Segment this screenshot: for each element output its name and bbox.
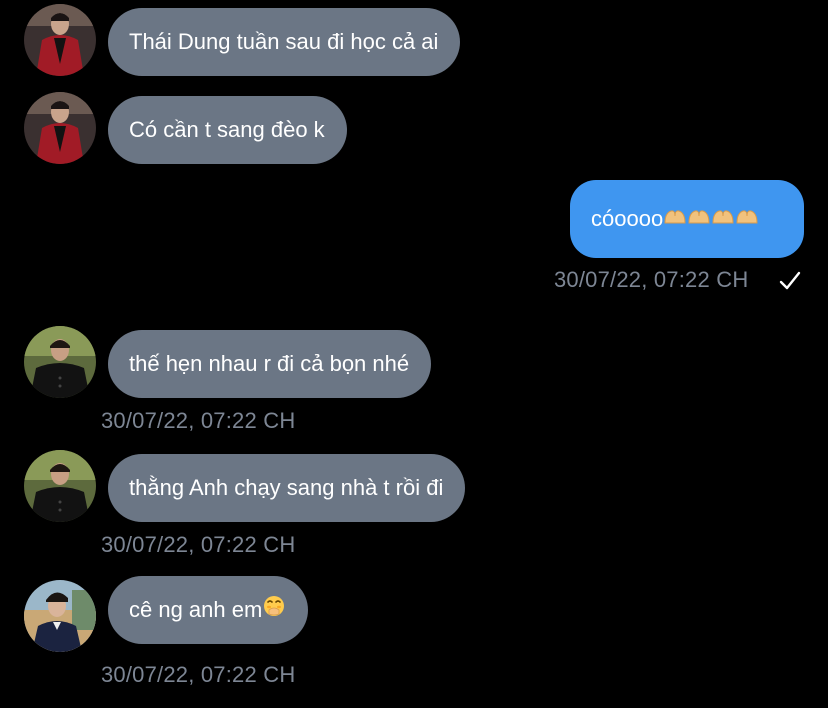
face-with-hand-over-mouth-emoji <box>262 577 286 645</box>
message-text: cê ng anh em <box>129 597 263 622</box>
heart-hands-emoji <box>663 181 761 259</box>
avatar-black-shirt[interactable] <box>24 326 96 398</box>
message-text: cóoooo <box>591 206 664 231</box>
message-bubble[interactable]: Thái Dung tuần sau đi học cả ai <box>108 8 461 76</box>
outgoing-message-bubble[interactable]: cóoooo <box>570 180 804 258</box>
message-timestamp: 30/07/22, 07:22 CH <box>101 662 296 687</box>
avatar-red-jacket[interactable] <box>24 4 96 76</box>
read-checkmark-icon <box>779 271 801 290</box>
message-timestamp: 30/07/22, 07:22 CH <box>101 408 296 433</box>
message-bubble[interactable]: Có cần t sang đèo k <box>108 96 347 164</box>
message-text: Thái Dung tuần sau đi học cả ai <box>129 29 439 54</box>
message-text: Có cần t sang đèo k <box>129 117 325 142</box>
message-text: thằng Anh chạy sang nhà t rồi đi <box>129 475 444 500</box>
avatar-black-shirt[interactable] <box>24 450 96 522</box>
message-text: thế hẹn nhau r đi cả bọn nhé <box>129 351 410 376</box>
message-bubble[interactable]: thằng Anh chạy sang nhà t rồi đi <box>108 454 466 522</box>
message-timestamp: 30/07/22, 07:22 CH <box>101 532 296 557</box>
message-bubble[interactable]: thế hẹn nhau r đi cả bọn nhé <box>108 330 432 398</box>
message-bubble[interactable]: cê ng anh em <box>108 576 309 645</box>
message-timestamp: 30/07/22, 07:22 CH <box>554 267 749 292</box>
avatar-navy-polo[interactable] <box>24 580 96 652</box>
avatar-red-jacket[interactable] <box>24 92 96 164</box>
